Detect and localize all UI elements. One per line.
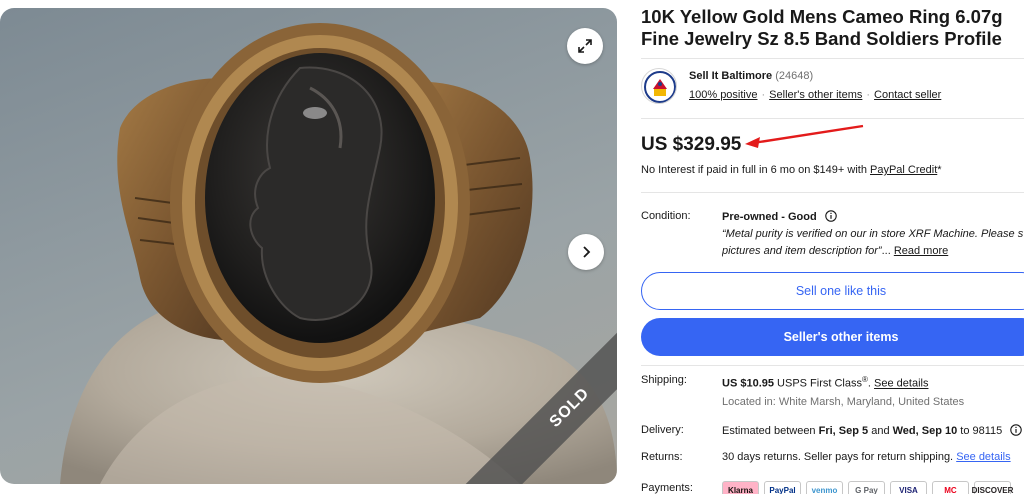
listing-details: 10K Yellow Gold Mens Cameo Ring 6.07g Fi…	[641, 0, 1024, 494]
returns-label: Returns:	[641, 451, 683, 463]
condition-label: Condition:	[641, 210, 691, 222]
divider	[641, 192, 1024, 193]
visa-badge: VISA	[890, 481, 927, 494]
next-image-button[interactable]	[568, 234, 604, 270]
payments-label: Payments:	[641, 482, 693, 494]
item-location: Located in: White Marsh, Maryland, Unite…	[722, 396, 965, 408]
delivery-value: Estimated between Fri, Sep 5 and Wed, Se…	[722, 424, 1023, 437]
info-icon[interactable]	[1010, 424, 1023, 436]
paypal-credit-link[interactable]: PayPal Credit	[870, 164, 937, 176]
shipping-label: Shipping:	[641, 374, 687, 386]
sell-one-like-this-button[interactable]: Sell one like this	[641, 272, 1024, 310]
divider	[641, 58, 1024, 59]
venmo-badge: venmo	[806, 481, 843, 494]
seller-feedback-count: (24648)	[775, 70, 814, 82]
read-more-link[interactable]: Read more	[894, 245, 948, 257]
seller-name-row: Sell It Baltimore (24648)	[689, 70, 813, 82]
seller-other-items-button[interactable]: Seller's other items	[641, 318, 1024, 356]
gpay-badge: G Pay	[848, 481, 885, 494]
divider	[641, 365, 1024, 366]
seller-avatar[interactable]	[641, 68, 677, 104]
seller-links: 100% positive · Seller's other items · Conta…	[689, 89, 942, 101]
seller-logo	[644, 71, 676, 103]
mastercard-badge: MC	[932, 481, 969, 494]
discover-badge: DISCOVER	[972, 481, 1013, 494]
image-gallery[interactable]: SOLD	[0, 8, 617, 484]
payment-methods: Klarna PayPal venmo G Pay VISA MC DISCOV…	[722, 481, 1013, 494]
info-icon[interactable]	[825, 210, 837, 222]
contact-seller-link[interactable]: Contact seller	[874, 89, 941, 101]
paypal-badge: PayPal	[764, 481, 801, 494]
klarna-badge: Klarna	[722, 481, 759, 494]
shipping-see-details-link[interactable]: See details	[874, 378, 928, 390]
returns-value: 30 days returns. Seller pays for return …	[722, 451, 1011, 463]
condition-value-row: Pre-owned - Good	[722, 210, 837, 223]
condition-value: Pre-owned - Good	[722, 211, 817, 223]
condition-description: “Metal purity is verified on our in stor…	[722, 228, 1024, 257]
red-arrow-annotation	[745, 124, 864, 148]
item-title: 10K Yellow Gold Mens Cameo Ring 6.07g Fi…	[641, 6, 1003, 49]
positive-feedback-link[interactable]: 100% positive	[689, 89, 758, 101]
ring-photo	[60, 23, 617, 484]
returns-see-details-link[interactable]: See details	[956, 451, 1010, 463]
expand-image-button[interactable]	[567, 28, 603, 64]
seller-other-items-link[interactable]: Seller's other items	[769, 89, 862, 101]
expand-icon	[578, 39, 592, 53]
delivery-label: Delivery:	[641, 424, 684, 436]
seller-name[interactable]: Sell It Baltimore	[689, 70, 772, 82]
financing-text: No Interest if paid in full in 6 mo on $…	[641, 164, 942, 176]
chevron-right-icon	[583, 246, 591, 258]
shipping-value: US $10.95 USPS First Class®. See details	[722, 375, 929, 390]
